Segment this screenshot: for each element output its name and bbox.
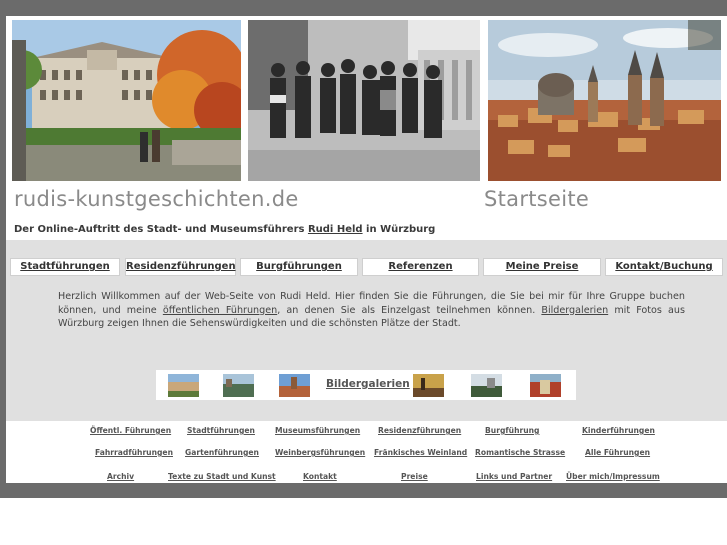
footer-kinderfuehrungen[interactable]: Kinderführungen [582, 426, 655, 435]
tagline: Der Online-Auftritt des Stadt- und Museu… [14, 224, 435, 235]
gallery-thumb-6[interactable] [530, 374, 561, 397]
tagline-prefix: Der Online-Auftritt des Stadt- und Museu… [14, 224, 308, 235]
gallery-thumb-1[interactable] [168, 374, 199, 397]
bottom-bar [0, 483, 727, 498]
nav-burgfuehrungen[interactable]: Burgführungen [240, 258, 358, 276]
gallery-thumb-4[interactable] [413, 374, 444, 397]
footer-kontakt[interactable]: Kontakt [303, 472, 337, 481]
rudi-held-link[interactable]: Rudi Held [308, 224, 363, 235]
footer-fahrradfuehrungen[interactable]: Fahrradführungen [95, 448, 173, 457]
residenz-photo [12, 20, 241, 181]
gallery-strip: Bildergalerien [156, 370, 576, 400]
footer-links-partner[interactable]: Links und Partner [476, 472, 552, 481]
gallery-thumb-3[interactable] [279, 374, 310, 397]
footer-romantische-strasse[interactable]: Romantische Strasse [475, 448, 565, 457]
nav-kontakt-buchung[interactable]: Kontakt/Buchung [605, 258, 723, 276]
site-name: rudis-kunstgeschichten.de [14, 187, 299, 211]
nav-referenzen[interactable]: Referenzen [362, 258, 479, 276]
footer-burgfuehrung[interactable]: Burgführung [485, 426, 539, 435]
galleries-link[interactable]: Bildergalerien [541, 305, 608, 316]
city-panorama-photo [488, 20, 721, 181]
footer-residenzfuehrungen[interactable]: Residenzführungen [378, 426, 461, 435]
footer-alle-fuehrungen[interactable]: Alle Führungen [585, 448, 650, 457]
footer-museumsfuehrungen[interactable]: Museumsführungen [275, 426, 360, 435]
footer-preise[interactable]: Preise [401, 472, 428, 481]
gallery-thumb-2[interactable] [223, 374, 254, 397]
nav-stadtfuehrungen[interactable]: Stadtführungen [10, 258, 120, 276]
footer-oeffentl-fuehrungen[interactable]: Öffentl. Führungen [90, 426, 171, 435]
tagline-suffix: in Würzburg [362, 224, 436, 235]
footer-weinbergsfuehrungen[interactable]: Weinbergsführungen [275, 448, 365, 457]
gallery-label[interactable]: Bildergalerien [326, 378, 410, 390]
footer-gartenfuehrungen[interactable]: Gartenführungen [185, 448, 259, 457]
welcome-part2: , an denen Sie als Einzelgast teilnehmen… [277, 304, 542, 316]
page-title: Startseite [484, 187, 590, 211]
footer-archiv[interactable]: Archiv [107, 472, 134, 481]
nav-residenzfuehrungen[interactable]: Residenzführungen [125, 258, 236, 276]
public-tours-link[interactable]: öffentlichen Führungen [163, 305, 277, 316]
footer-texte-stadt-kunst[interactable]: Texte zu Stadt und Kunst [168, 472, 276, 481]
footer-stadtfuehrungen[interactable]: Stadtführungen [187, 426, 255, 435]
group-tour-photo [248, 20, 480, 181]
gallery-thumb-5[interactable] [471, 374, 502, 397]
footer-ueber-mich[interactable]: Über mich/Impressum [566, 472, 660, 481]
footer-fraenkisches-weinland[interactable]: Fränkisches Weinland [374, 448, 467, 457]
nav-meine-preise[interactable]: Meine Preise [483, 258, 601, 276]
welcome-text: Herzlich Willkommen auf der Web-Seite vo… [58, 290, 685, 331]
